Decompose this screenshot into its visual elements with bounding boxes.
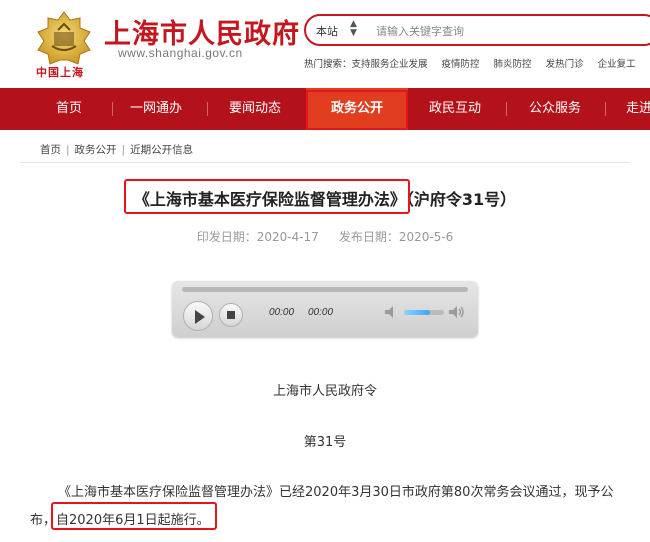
volume-high-icon[interactable] [448, 304, 466, 320]
hot-search-item[interactable]: 支持服务企业发展 [352, 59, 428, 70]
hot-search-item[interactable]: 发热门诊 [546, 59, 584, 70]
breadcrumb-separator: | [121, 144, 126, 156]
nav-item-one-stop[interactable]: 一网通办 [116, 88, 196, 130]
nav-divider [506, 102, 507, 116]
doc-paragraph-cont: 布，自2020年6月1日起施行。 [30, 509, 210, 528]
doc-effective-date: 自2020年6月1日起施行。 [56, 513, 210, 528]
nav-item-news[interactable]: 要闻动态 [212, 88, 298, 130]
chevron-updown-icon[interactable]: ▲ ▼ [350, 20, 357, 38]
hot-search-item[interactable]: 肺炎防控 [494, 59, 532, 70]
search-box: 本站 ▲ ▼ [304, 14, 650, 46]
volume-level [404, 310, 430, 315]
audio-current-time: 00:00 [269, 307, 295, 318]
site-header: 中国上海 上海市人民政府 www.shanghai.gov.cn 本站 ▲▼ 热… [0, 0, 650, 88]
page-title: 《上海市基本医疗保险监督管理办法》（沪府令31号） [133, 190, 517, 209]
breadcrumb-gov-affairs[interactable]: 政务公开 [75, 144, 117, 156]
doc-order-number: 第31号 [303, 435, 347, 450]
hot-search-item[interactable]: 企业复工 [598, 59, 636, 70]
nav-item-interaction[interactable]: 政民互动 [410, 88, 500, 130]
publish-date: 发布日期：2020-5-6 [338, 230, 454, 244]
volume-slider[interactable] [404, 310, 444, 315]
audio-player: 00:00 00:00 [172, 281, 478, 337]
hot-search-label: 热门搜索： [304, 59, 352, 70]
doc-paragraph: 《上海市基本医疗保险监督管理办法》已经2020年3月30日市政府第80次常务会议… [58, 485, 614, 500]
doc-issuer: 上海市人民政府令 [272, 384, 377, 399]
nav-item-home[interactable]: 首页 [30, 88, 108, 130]
issue-date: 印发日期：2020-4-17 [196, 230, 319, 244]
logo-subtitle: 中国上海 [36, 66, 84, 79]
shanghai-emblem-icon[interactable] [34, 10, 94, 66]
nav-divider [207, 102, 208, 116]
main-nav: 首页 一网通办 要闻动态 政务公开 政民互动 公众服务 走进 [0, 88, 650, 130]
volume-low-icon[interactable] [384, 305, 400, 319]
breadcrumb-recent[interactable]: 近期公开信息 [130, 144, 193, 156]
audio-total-time: 00:00 [308, 307, 334, 318]
breadcrumb-home[interactable]: 首页 [40, 144, 61, 156]
breadcrumb: 首页 | 政务公开 | 近期公开信息 [40, 142, 193, 157]
site-domain: www.shanghai.gov.cn [118, 46, 243, 60]
nav-divider [112, 102, 113, 116]
hot-search-item[interactable]: 疫情防控 [442, 59, 480, 70]
audio-progress-bar[interactable] [182, 287, 468, 292]
section-divider [20, 162, 630, 163]
search-input[interactable] [376, 21, 646, 41]
doc-paragraph-prefix: 布， [30, 513, 57, 528]
nav-item-public-service[interactable]: 公众服务 [512, 88, 598, 130]
search-scope-select[interactable]: 本站 [316, 23, 338, 39]
stop-button[interactable] [219, 303, 243, 327]
play-button[interactable] [183, 301, 213, 331]
breadcrumb-separator: | [66, 144, 70, 156]
nav-divider [605, 102, 606, 116]
hot-search-bar: 热门搜索：支持服务企业发展 疫情防控 肺炎防控 发热门诊 企业复工 [304, 56, 650, 70]
nav-item-explore[interactable]: 走进 [612, 88, 650, 130]
doc-dates: 印发日期：2020-4-17 发布日期：2020-5-6 [0, 228, 650, 245]
nav-item-gov-affairs[interactable]: 政务公开 [306, 88, 408, 130]
